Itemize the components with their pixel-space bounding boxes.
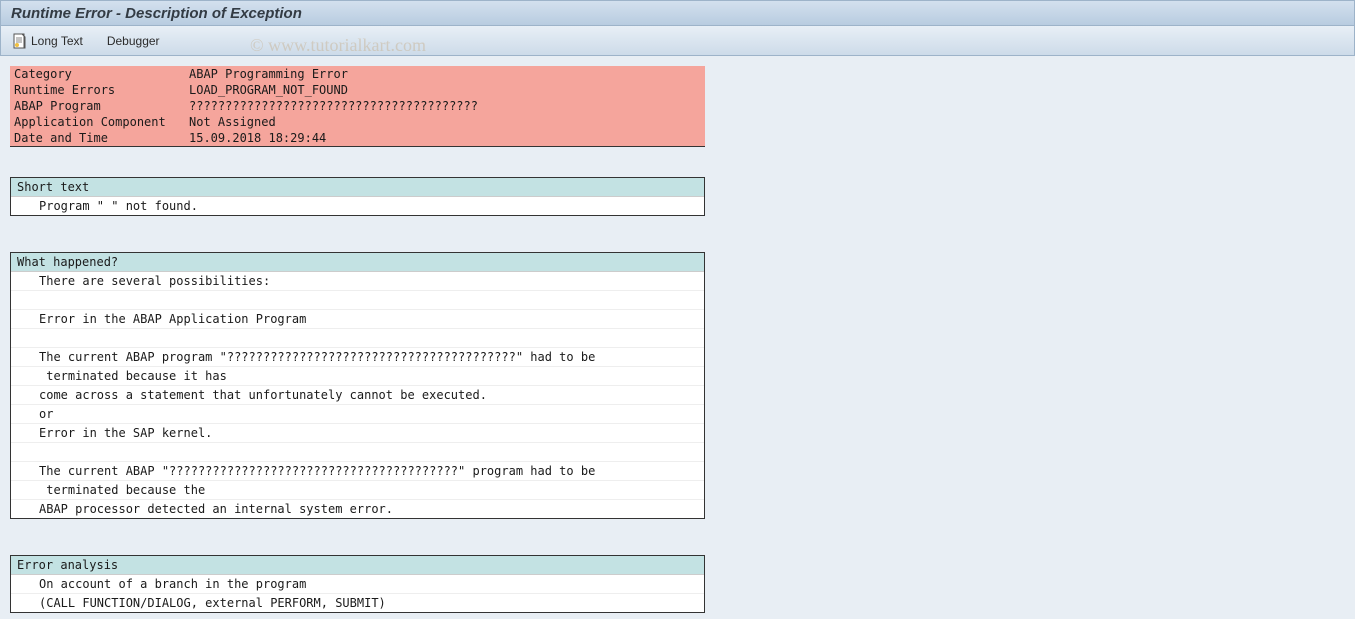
section-body: On account of a branch in the program(CA…	[11, 575, 704, 612]
info-value: Not Assigned	[185, 114, 705, 130]
info-label: Runtime Errors	[10, 82, 185, 98]
section-text-line: On account of a branch in the program	[11, 575, 704, 594]
info-value: LOAD_PROGRAM_NOT_FOUND	[185, 82, 705, 98]
section-text-line: (CALL FUNCTION/DIALOG, external PERFORM,…	[11, 594, 704, 612]
info-value: ????????????????????????????????????????	[185, 98, 705, 114]
section-text-line: come across a statement that unfortunate…	[11, 386, 704, 405]
section-box: Short textProgram " " not found.	[10, 177, 705, 216]
section-box: What happened?There are several possibil…	[10, 252, 705, 519]
info-row: CategoryABAP Programming Error	[10, 66, 705, 82]
info-value: ABAP Programming Error	[185, 66, 705, 82]
section-text-line: terminated because the	[11, 481, 704, 500]
info-label: Category	[10, 66, 185, 82]
info-label: ABAP Program	[10, 98, 185, 114]
info-value: 15.09.2018 18:29:44	[185, 130, 705, 147]
section-text-line	[11, 443, 704, 462]
section-text-line	[11, 291, 704, 310]
section-text-line: Error in the SAP kernel.	[11, 424, 704, 443]
info-label: Application Component	[10, 114, 185, 130]
section-header: Short text	[11, 178, 704, 197]
section-text-line: There are several possibilities:	[11, 272, 704, 291]
section-text-line: The current ABAP "??????????????????????…	[11, 462, 704, 481]
section-header: Error analysis	[11, 556, 704, 575]
toolbar: Long Text Debugger	[0, 26, 1355, 56]
section-body: Program " " not found.	[11, 197, 704, 215]
debugger-label: Debugger	[107, 34, 160, 48]
page-title: Runtime Error - Description of Exception	[11, 5, 302, 22]
long-text-button[interactable]: Long Text	[9, 31, 87, 51]
info-label: Date and Time	[10, 130, 185, 147]
content-area[interactable]: CategoryABAP Programming ErrorRuntime Er…	[0, 56, 1355, 619]
section-text-line: terminated because it has	[11, 367, 704, 386]
info-row: Date and Time15.09.2018 18:29:44	[10, 130, 705, 147]
error-info-table: CategoryABAP Programming ErrorRuntime Er…	[10, 66, 705, 147]
section-box: Error analysisOn account of a branch in …	[10, 555, 705, 613]
title-bar: Runtime Error - Description of Exception	[0, 0, 1355, 26]
info-row: ABAP Program????????????????????????????…	[10, 98, 705, 114]
section-text-line: Error in the ABAP Application Program	[11, 310, 704, 329]
section-body: There are several possibilities: Error i…	[11, 272, 704, 518]
section-text-line: The current ABAP program "??????????????…	[11, 348, 704, 367]
section-text-line: Program " " not found.	[11, 197, 704, 215]
info-row: Application ComponentNot Assigned	[10, 114, 705, 130]
section-text-line: or	[11, 405, 704, 424]
document-icon	[13, 33, 27, 49]
section-text-line: ABAP processor detected an internal syst…	[11, 500, 704, 518]
info-row: Runtime ErrorsLOAD_PROGRAM_NOT_FOUND	[10, 82, 705, 98]
debugger-button[interactable]: Debugger	[103, 32, 164, 50]
section-text-line	[11, 329, 704, 348]
long-text-label: Long Text	[31, 34, 83, 48]
section-header: What happened?	[11, 253, 704, 272]
